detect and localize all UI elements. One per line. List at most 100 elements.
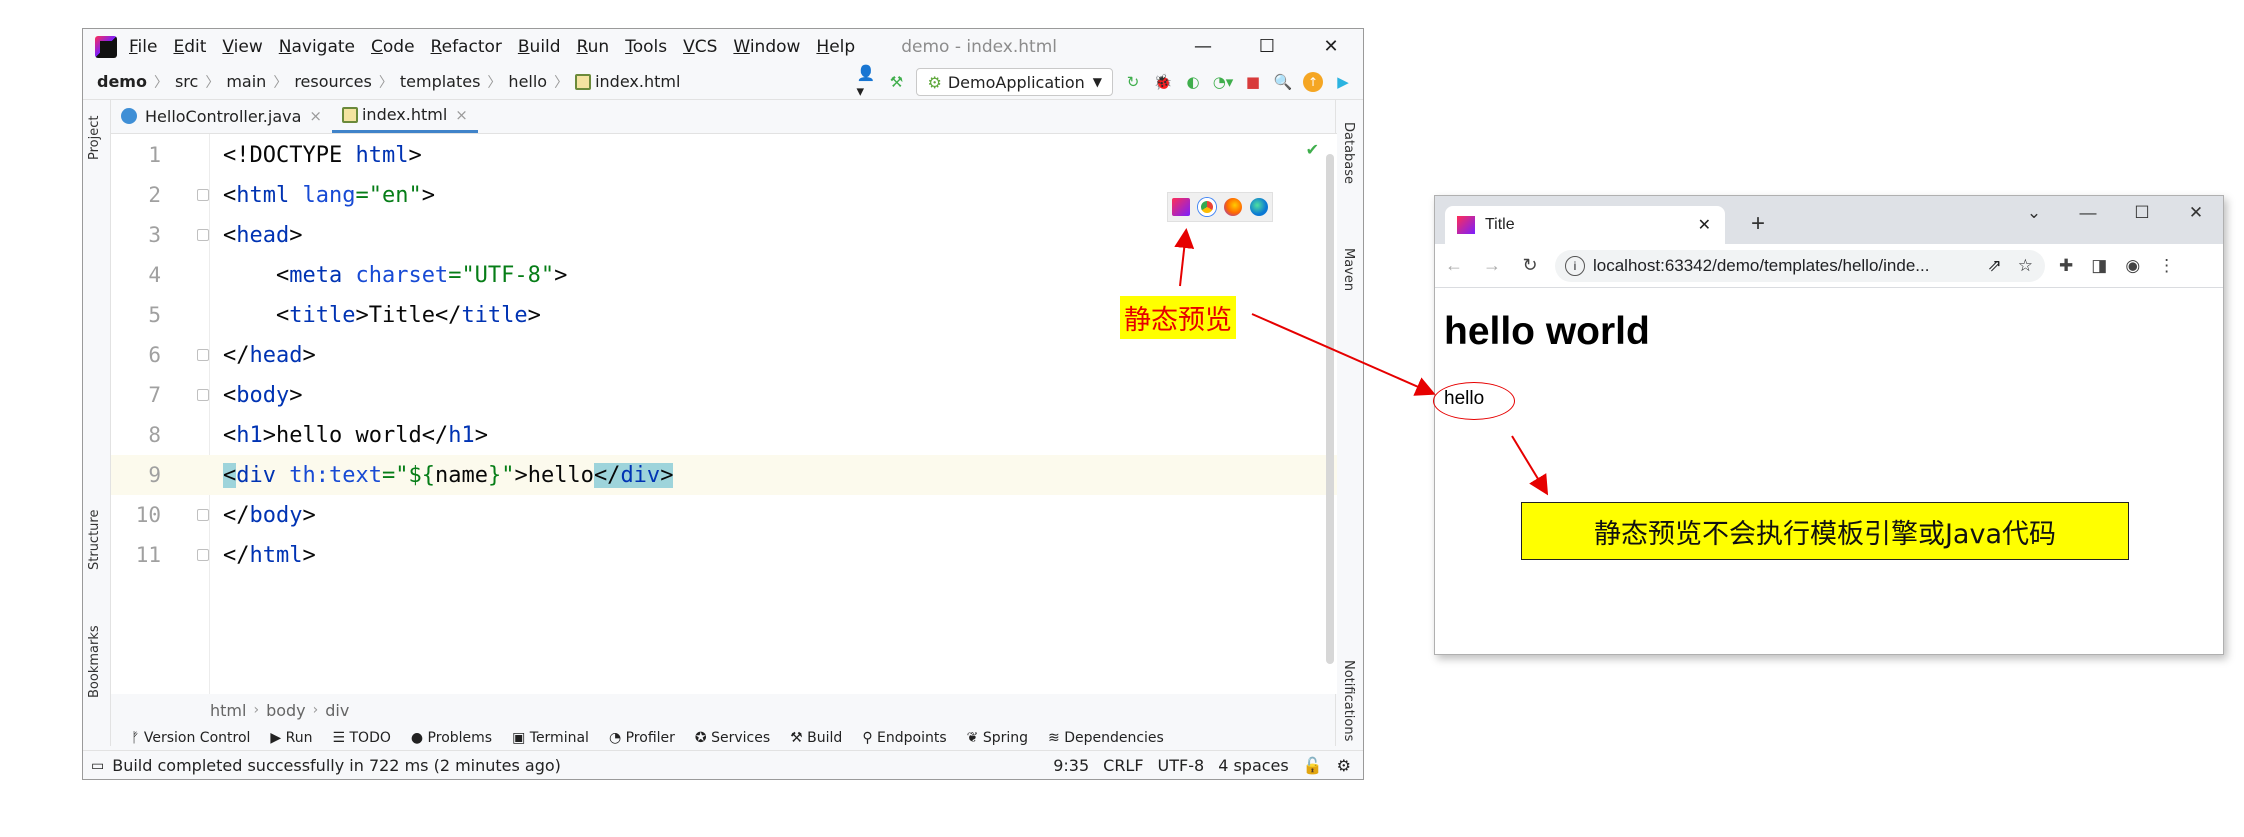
stop-icon[interactable]: ■ xyxy=(1243,72,1263,92)
breadcrumb-file[interactable]: index.html xyxy=(595,72,680,91)
inspection-ok-icon[interactable]: ✔ xyxy=(1306,140,1319,159)
breadcrumb-div[interactable]: div xyxy=(325,701,349,720)
new-tab-button[interactable]: + xyxy=(1751,210,1765,238)
fold-marker-icon[interactable] xyxy=(197,349,209,361)
tool-run[interactable]: ▶ Run xyxy=(270,730,312,746)
tool-profiler[interactable]: ◔ Profiler xyxy=(609,730,675,746)
line-separator[interactable]: CRLF xyxy=(1103,756,1143,775)
menu-help[interactable]: Help xyxy=(816,37,855,57)
tool-spring[interactable]: ❦ Spring xyxy=(967,730,1028,746)
breadcrumb-hello[interactable]: hello xyxy=(508,72,547,91)
status-message[interactable]: Build completed successfully in 722 ms (… xyxy=(112,756,561,775)
rerun-icon[interactable]: ↻ xyxy=(1123,72,1143,92)
close-button[interactable]: ✕ xyxy=(1299,29,1363,64)
vertical-scrollbar[interactable] xyxy=(1323,134,1337,694)
side-panel-icon[interactable]: ◨ xyxy=(2091,256,2107,276)
indent-setting[interactable]: 4 spaces xyxy=(1218,756,1289,775)
minimize-button[interactable]: — xyxy=(1171,29,1235,64)
tab-close-icon[interactable]: ✕ xyxy=(1698,215,1711,235)
build-hammer-icon[interactable]: ⚒ xyxy=(886,72,906,92)
address-bar[interactable]: i localhost:63342/demo/templates/hello/i… xyxy=(1555,249,2045,282)
edge-icon[interactable] xyxy=(1250,198,1268,216)
menu-view[interactable]: View xyxy=(222,37,262,57)
browser-tab[interactable]: Title ✕ xyxy=(1445,206,1725,244)
info-icon[interactable]: i xyxy=(1565,255,1585,276)
fold-marker-icon[interactable] xyxy=(197,189,209,201)
tool-dependencies[interactable]: ≋ Dependencies xyxy=(1048,730,1164,746)
bookmark-star-icon[interactable]: ☆ xyxy=(2018,256,2033,276)
reload-icon[interactable]: ↻ xyxy=(1511,255,1549,276)
file-encoding[interactable]: UTF-8 xyxy=(1158,756,1205,775)
search-icon[interactable]: 🔍 xyxy=(1273,72,1293,92)
profile-icon[interactable]: ◔▾ xyxy=(1213,72,1234,92)
forward-icon[interactable]: → xyxy=(1473,255,1511,276)
tool-version-control[interactable]: ᚠ Version Control xyxy=(131,730,250,746)
bookmarks-tool-button[interactable]: Bookmarks xyxy=(87,625,102,698)
menu-file[interactable]: File xyxy=(129,37,157,57)
scrollbar-thumb[interactable] xyxy=(1326,154,1334,664)
fold-marker-icon[interactable] xyxy=(197,549,209,561)
breadcrumb-src[interactable]: src xyxy=(175,72,198,91)
tool-services[interactable]: ✪ Services xyxy=(695,730,770,746)
update-icon[interactable]: ↑ xyxy=(1303,72,1323,92)
run-config-select[interactable]: ⚙ DemoApplication ▼ xyxy=(916,68,1113,96)
minimize-button[interactable]: — xyxy=(2061,196,2115,230)
line-number: 4 xyxy=(148,263,161,287)
tool-terminal[interactable]: ▣ Terminal xyxy=(512,730,589,746)
intellij-preview-icon[interactable] xyxy=(1172,198,1190,216)
breadcrumb-main[interactable]: main xyxy=(226,72,266,91)
menu-code[interactable]: Code xyxy=(371,37,415,57)
structure-tool-button[interactable]: Structure xyxy=(87,510,102,570)
notifications-tool-button[interactable]: Notifications xyxy=(1341,660,1356,741)
coverage-icon[interactable]: ◐ xyxy=(1183,72,1203,92)
tool-todo[interactable]: ☰ TODO xyxy=(332,730,390,746)
project-tool-button[interactable]: Project xyxy=(87,116,102,160)
close-button[interactable]: ✕ xyxy=(2169,196,2223,230)
menu-run[interactable]: Run xyxy=(577,37,610,57)
tab-close-icon[interactable]: × xyxy=(455,106,468,124)
tab-close-icon[interactable]: × xyxy=(309,107,322,125)
tool-build[interactable]: ⚒ Build xyxy=(790,730,842,746)
tab-index-html[interactable]: index.html × xyxy=(331,99,478,133)
fold-marker-icon[interactable] xyxy=(197,229,209,241)
menu-edit[interactable]: Edit xyxy=(173,37,206,57)
menu-refactor[interactable]: Refactor xyxy=(431,37,502,57)
menu-vcs[interactable]: VCS xyxy=(683,37,717,57)
settings-gear-icon[interactable]: ⚙ xyxy=(1337,756,1351,775)
maximize-button[interactable]: ☐ xyxy=(1235,29,1299,64)
maximize-button[interactable]: ☐ xyxy=(2115,196,2169,230)
jetbrains-toolbox-icon[interactable]: ▶ xyxy=(1333,72,1353,92)
menu-build[interactable]: Build xyxy=(518,37,561,57)
code-line-current: 9 <div th:text="${name}">hello</div> xyxy=(111,455,1337,495)
breadcrumb-html[interactable]: html xyxy=(210,701,246,720)
code-editor[interactable]: 1 <!DOCTYPE html> 2 <html lang="en"> 3 <… xyxy=(111,134,1337,694)
lock-icon[interactable]: 🔓 xyxy=(1303,756,1323,775)
back-icon[interactable]: ← xyxy=(1435,255,1473,276)
tool-problems[interactable]: ● Problems xyxy=(411,730,492,746)
panel-toggle-icon[interactable]: ▭ xyxy=(91,758,104,774)
more-menu-icon[interactable]: ⋮ xyxy=(2158,256,2175,276)
fold-marker-icon[interactable] xyxy=(197,389,209,401)
share-icon[interactable]: ⇗ xyxy=(1988,256,2002,276)
chrome-icon[interactable] xyxy=(1198,198,1216,216)
fold-marker-icon[interactable] xyxy=(197,509,209,521)
database-tool-button[interactable]: Database xyxy=(1341,122,1356,184)
breadcrumb-project[interactable]: demo xyxy=(97,72,147,91)
menu-tools[interactable]: Tools xyxy=(625,37,667,57)
debug-icon[interactable]: 🐞 xyxy=(1153,72,1173,92)
breadcrumb-body[interactable]: body xyxy=(266,701,306,720)
profile-avatar-icon[interactable]: ◉ xyxy=(2125,256,2140,276)
caret-position[interactable]: 9:35 xyxy=(1053,756,1089,775)
menu-window[interactable]: Window xyxy=(733,37,800,57)
code-text: <div th:text="${name}">hello</div> xyxy=(223,462,674,488)
menu-navigate[interactable]: Navigate xyxy=(279,37,355,57)
breadcrumb-resources[interactable]: resources xyxy=(294,72,372,91)
tool-endpoints[interactable]: ⚲ Endpoints xyxy=(862,730,946,746)
user-icon[interactable]: 👤▾ xyxy=(856,64,876,100)
firefox-icon[interactable] xyxy=(1224,198,1242,216)
tab-hellocontroller[interactable]: HelloController.java × xyxy=(111,99,332,133)
tab-search-icon[interactable]: ⌄ xyxy=(2007,196,2061,230)
breadcrumb-templates[interactable]: templates xyxy=(400,72,481,91)
maven-tool-button[interactable]: Maven xyxy=(1341,248,1356,291)
extensions-puzzle-icon[interactable]: ✚ xyxy=(2059,256,2073,276)
